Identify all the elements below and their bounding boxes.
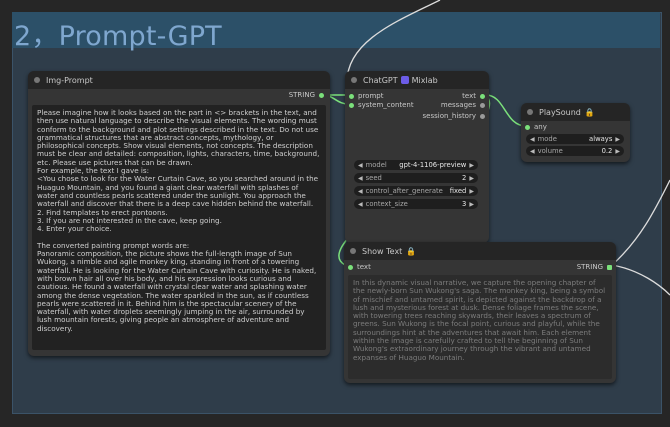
node-header[interactable]: PlaySound 🔒 (521, 103, 630, 121)
input-prompt[interactable]: prompt (349, 92, 383, 100)
model-select[interactable]: ◀ model gpt-4-1106-preview ▶ (354, 160, 478, 170)
output-string[interactable]: STRING (289, 91, 324, 99)
arrow-left-icon[interactable]: ◀ (358, 201, 363, 208)
collapse-dot-icon[interactable] (527, 109, 533, 115)
arrow-left-icon[interactable]: ◀ (358, 188, 363, 195)
lock-icon: 🔒 (584, 107, 595, 117)
input-text[interactable]: text (348, 263, 371, 271)
arrow-right-icon[interactable]: ▶ (469, 201, 474, 208)
output-socket-icon[interactable] (607, 264, 612, 270)
arrow-left-icon[interactable]: ◀ (358, 162, 363, 169)
output-messages[interactable]: messages (441, 101, 485, 109)
chatgpt-node[interactable]: ChatGPT Mixlab prompt system_content tex… (345, 71, 489, 243)
collapse-dot-icon[interactable] (34, 77, 40, 83)
output-session-history[interactable]: session_history (423, 112, 485, 120)
node-title: Show Text (362, 246, 403, 256)
wire-text-to-sound (485, 94, 527, 127)
arrow-right-icon[interactable]: ▶ (469, 175, 474, 182)
input-system-content[interactable]: system_content (349, 101, 414, 109)
node-title: PlaySound (539, 107, 581, 117)
output-socket-icon[interactable] (319, 92, 324, 98)
arrow-right-icon[interactable]: ▶ (615, 136, 620, 143)
arrow-left-icon[interactable]: ◀ (358, 175, 363, 182)
node-header[interactable]: Show Text 🔒 (344, 242, 616, 260)
output-string[interactable]: STRING (577, 263, 612, 271)
arrow-left-icon[interactable]: ◀ (530, 148, 535, 155)
input-any[interactable]: any (525, 123, 547, 131)
wire-external-right (611, 179, 670, 266)
arrow-right-icon[interactable]: ▶ (469, 162, 474, 169)
input-socket-icon[interactable] (349, 93, 354, 99)
output-socket-icon[interactable] (480, 102, 485, 108)
output-text[interactable]: text (462, 92, 485, 100)
wire-external-top (346, 0, 441, 83)
wire-external-right-low (611, 264, 670, 296)
node-header[interactable]: ChatGPT Mixlab (345, 71, 489, 89)
output-socket-icon[interactable] (480, 93, 485, 99)
node-tag: Mixlab (411, 75, 438, 85)
img-prompt-node[interactable]: Img-Prompt STRING Please imagine how it … (28, 71, 330, 356)
arrow-right-icon[interactable]: ▶ (615, 148, 620, 155)
playsound-node[interactable]: PlaySound 🔒 any ◀ mode always ▶ ◀ volume… (521, 103, 630, 162)
seed-input[interactable]: ◀ seed 2 ▶ (354, 173, 478, 183)
arrow-left-icon[interactable]: ◀ (530, 136, 535, 143)
prompt-textarea[interactable]: Please imagine how it looks based on the… (32, 105, 326, 350)
mixlab-icon (400, 76, 409, 84)
output-socket-icon[interactable] (480, 113, 485, 119)
show-text-output: In this dynamic visual narrative, we cap… (348, 275, 612, 379)
arrow-right-icon[interactable]: ▶ (469, 188, 474, 195)
control-after-generate-select[interactable]: ◀ control_after_generate fixed ▶ (354, 186, 478, 196)
node-header[interactable]: Img-Prompt (28, 71, 330, 89)
input-socket-icon[interactable] (525, 124, 530, 130)
lock-icon: 🔒 (406, 246, 417, 256)
mode-select[interactable]: ◀ mode always ▶ (526, 134, 624, 144)
context-size-input[interactable]: ◀ context_size 3 ▶ (354, 199, 478, 209)
input-socket-icon[interactable] (349, 102, 354, 108)
collapse-dot-icon[interactable] (350, 248, 356, 254)
volume-input[interactable]: ◀ volume 0.2 ▶ (526, 146, 624, 156)
input-socket-icon[interactable] (348, 264, 353, 270)
collapse-dot-icon[interactable] (351, 77, 357, 83)
show-text-node[interactable]: Show Text 🔒 text STRING In this dynamic … (344, 242, 616, 383)
node-title: Img-Prompt (46, 75, 93, 85)
node-title: ChatGPT (363, 75, 398, 85)
